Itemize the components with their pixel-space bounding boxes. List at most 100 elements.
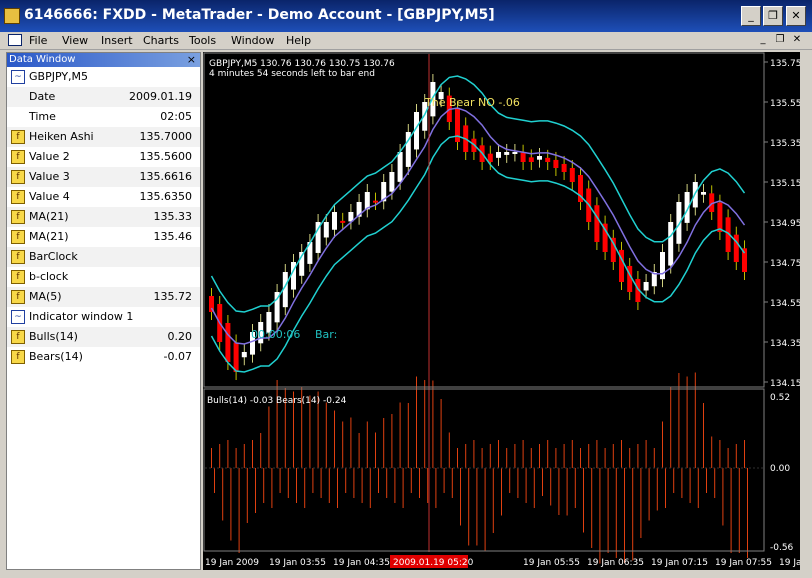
data-window-row-value: 135.33 <box>153 210 193 223</box>
data-window-row: f Bulls(14) 0.20 <box>7 327 200 347</box>
menu-file[interactable]: File <box>29 34 47 47</box>
candle <box>528 157 534 162</box>
chart-icon: ~ <box>11 70 25 84</box>
data-window-row-value: 135.6616 <box>139 170 193 183</box>
candle <box>487 153 493 162</box>
close-button[interactable]: ✕ <box>786 6 806 26</box>
time-tick-label: 19 Jan 05:55 <box>523 558 580 568</box>
indicator-icon: f <box>11 130 25 144</box>
minimize-button[interactable]: _ <box>741 6 761 26</box>
candle <box>209 296 214 312</box>
data-window-row: f MA(21) 135.46 <box>7 227 200 247</box>
time-tick-label: 19 Jan 04:35 <box>333 558 390 568</box>
time-tick-label: 19 Jan 03:55 <box>269 558 326 568</box>
candle <box>373 200 378 203</box>
chart-header-text: GBPJPY,M5 130.76 130.76 130.75 130.76 <box>209 59 395 69</box>
candle <box>397 152 403 182</box>
data-window-row-label: Value 2 <box>29 150 70 163</box>
data-window-row: f MA(21) 135.33 <box>7 207 200 227</box>
time-tick-label: 19 Jan 08:35 <box>779 558 800 568</box>
indicator-icon: f <box>11 190 25 204</box>
menu-charts[interactable]: Charts <box>143 34 179 47</box>
candle <box>512 152 518 154</box>
indicator-icon: f <box>11 350 25 364</box>
mdi-restore-button[interactable]: ❐ <box>773 33 787 47</box>
indicator-icon: f <box>11 170 25 184</box>
data-window-row-value: 135.72 <box>153 290 193 303</box>
candle <box>643 282 649 291</box>
data-window-row-value: 135.6350 <box>139 190 193 203</box>
data-window-row: f MA(5) 135.72 <box>7 287 200 307</box>
indicator-icon: f <box>11 210 25 224</box>
data-window-row-label: b-clock <box>29 270 69 283</box>
indicator-icon: f <box>11 270 25 284</box>
candle <box>545 157 551 162</box>
bear-label: The Bear NO -.06 <box>424 96 520 109</box>
mdi-close-button[interactable]: ✕ <box>790 33 804 47</box>
candle <box>323 222 329 238</box>
indicator-header-text: Bulls(14) -0.03 Bears(14) -0.24 <box>207 396 347 406</box>
data-window-row-label: Time <box>29 110 56 123</box>
candle <box>561 163 567 172</box>
data-window-row-value: 135.7000 <box>139 130 193 143</box>
data-window-row-value: -0.07 <box>163 350 192 363</box>
mdi-minimize-button[interactable]: _ <box>756 33 770 47</box>
data-window-title: Data Window <box>9 54 76 65</box>
menu-tools[interactable]: Tools <box>189 34 216 47</box>
data-window-row-label: Date <box>29 90 56 103</box>
chart-svg[interactable]: 135.75 135.55 135.35 135.15 134.95 134.75 134.… <box>203 52 812 570</box>
candle <box>660 252 665 280</box>
metatrader-icon <box>4 8 20 24</box>
restore-button[interactable]: ❐ <box>763 6 783 26</box>
indicator-icon: f <box>11 330 25 344</box>
data-window-row: f b-clock <box>7 267 200 287</box>
price-tick-label: 135.15 <box>770 179 800 189</box>
menu-bar: File View Insert Charts Tools Window Hel… <box>0 32 812 50</box>
indicator-icon: f <box>11 250 25 264</box>
data-window-row-label: MA(5) <box>29 290 62 303</box>
data-window-rows: ~ GBPJPY,M5 Date 2009.01.19 Time 02:05 f Heiken… <box>7 67 200 367</box>
data-window-row-label: Value 4 <box>29 190 70 203</box>
indicator-icon: f <box>11 150 25 164</box>
candle <box>496 152 501 158</box>
data-window-close-icon[interactable]: × <box>187 53 196 67</box>
cursor-time-label: 2009.01.19 05:20 <box>393 558 474 568</box>
data-window-row-label: MA(21) <box>29 230 69 243</box>
menu-view[interactable]: View <box>62 34 88 47</box>
menu-help[interactable]: Help <box>286 34 311 47</box>
bar-text: Bar: <box>315 328 337 341</box>
price-tick-label: 134.95 <box>770 219 800 229</box>
menu-window[interactable]: Window <box>231 34 274 47</box>
data-window-row-value: 2009.01.19 <box>129 90 192 103</box>
candle <box>332 212 337 230</box>
menu-insert[interactable]: Insert <box>101 34 133 47</box>
data-window-row-label: Bulls(14) <box>29 330 78 343</box>
price-pane <box>209 54 747 552</box>
data-window-row-label: BarClock <box>29 250 78 263</box>
candle <box>553 159 559 168</box>
candle <box>504 152 510 155</box>
data-window-row-label: Heiken Ashi <box>29 130 94 143</box>
data-window-row-label: MA(21) <box>29 210 69 223</box>
chart-icon: ~ <box>11 310 25 324</box>
data-window-row-label: GBPJPY,M5 <box>29 70 89 83</box>
candle <box>717 202 723 232</box>
data-window-row: f Heiken Ashi 135.7000 <box>7 127 200 147</box>
price-tick-label: 134.35 <box>770 339 800 349</box>
candle <box>233 342 239 372</box>
indicator-tick-label: 0.00 <box>770 464 790 474</box>
price-tick-label: 134.55 <box>770 299 800 309</box>
candle <box>537 156 542 160</box>
candle <box>569 167 575 182</box>
data-window-row: f Bears(14) -0.07 <box>7 347 200 367</box>
candle <box>225 323 231 362</box>
data-window-row: ~ Indicator window 1 <box>7 307 200 327</box>
timer-text: 4 minutes 54 seconds left to bar end <box>209 69 375 79</box>
price-tick-label: 135.75 <box>770 59 800 69</box>
data-window-row-label: Indicator window 1 <box>29 310 134 323</box>
time-tick-label: 19 Jan 2009 <box>205 558 259 568</box>
chart-area[interactable]: 135.75 135.55 135.35 135.15 134.95 134.75 134.… <box>203 52 812 570</box>
price-tick-label: 135.35 <box>770 139 800 149</box>
chart-window-icon[interactable] <box>8 34 22 46</box>
indicator-icon: f <box>11 230 25 244</box>
